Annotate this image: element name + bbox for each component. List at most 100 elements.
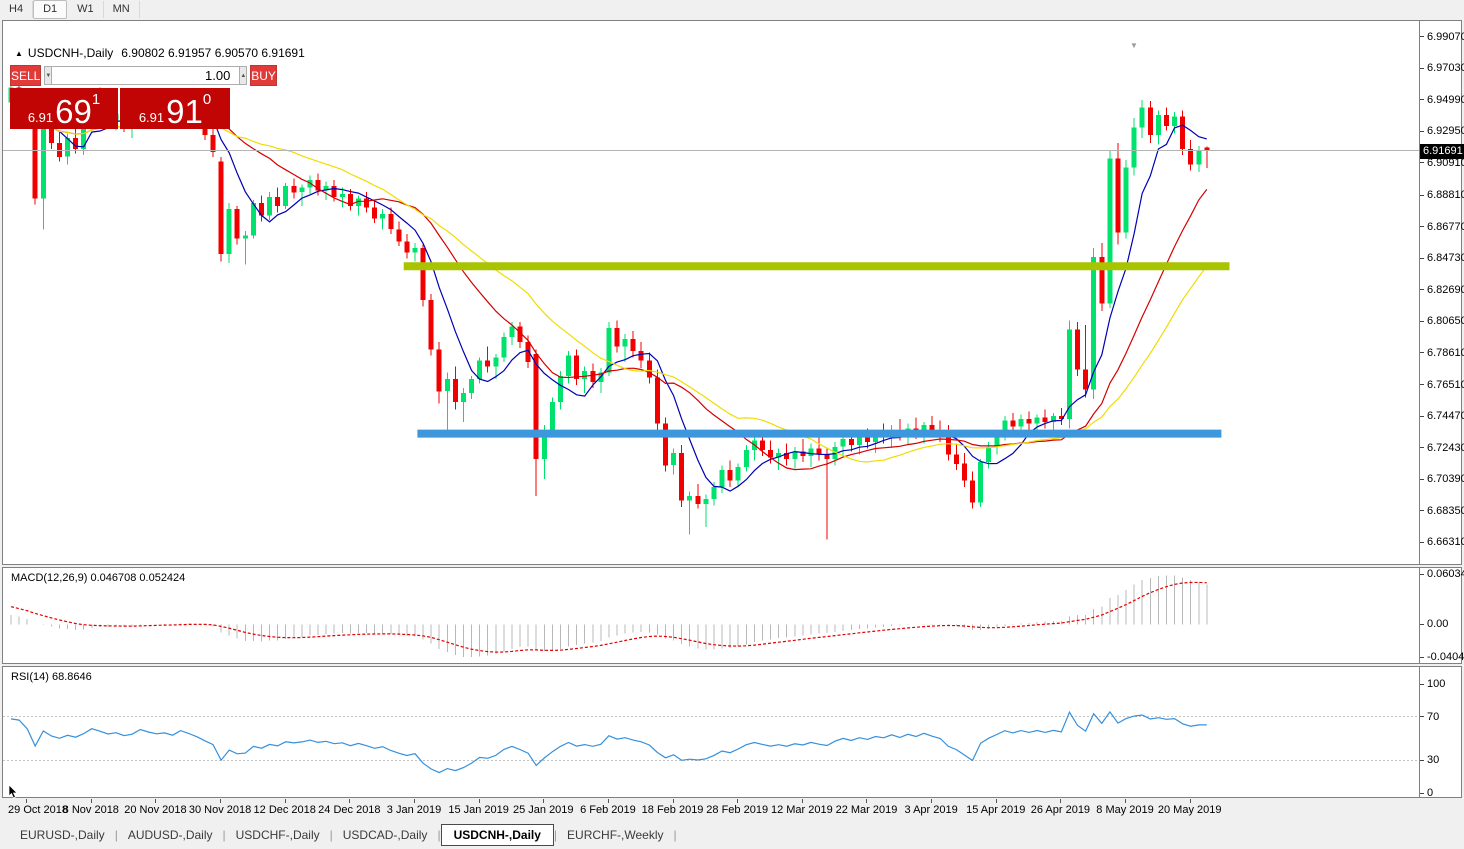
- date-label: 8 Nov 2018: [62, 804, 119, 816]
- tab-separator: |: [673, 827, 677, 842]
- sell-price-big: 69: [55, 93, 92, 130]
- price-axis-label: 6.94990: [1427, 93, 1464, 106]
- timeframe-button-mn[interactable]: MN: [104, 1, 140, 18]
- rsi-axis-label: 70: [1427, 710, 1440, 723]
- timeframe-button-w1[interactable]: W1: [68, 1, 104, 18]
- buy-price-small: 6.91: [138, 110, 165, 125]
- tab-usdcnh-daily[interactable]: USDCNH-,Daily: [440, 823, 554, 846]
- rsi-axis-tick: [1420, 683, 1424, 685]
- date-label: 3 Jan 2019: [386, 804, 442, 816]
- price-axis-tick: [1420, 478, 1424, 480]
- price-axis-label: 6.76510: [1427, 378, 1464, 391]
- sell-price-superscript: 1: [91, 91, 101, 108]
- tab-usdcad-daily[interactable]: USDCAD-,Daily: [333, 825, 438, 845]
- date-tick: [995, 799, 997, 803]
- date-label: 15 Jan 2019: [448, 804, 509, 816]
- chart-title: ▲ USDCNH-,Daily 6.90802 6.91957 6.90570 6.…: [15, 46, 305, 60]
- date-label: 26 Apr 2019: [1030, 804, 1091, 816]
- chart-shift-triangle-icon[interactable]: ▼: [1130, 41, 1138, 50]
- tab-eurchf-weekly[interactable]: EURCHF-,Weekly: [557, 825, 673, 845]
- date-label: 6 Feb 2019: [580, 804, 636, 816]
- rsi-axis-tick: [1420, 792, 1424, 794]
- chart-ohlc-values: 6.90802 6.91957 6.90570 6.91691: [121, 46, 305, 60]
- date-tick: [801, 799, 803, 803]
- date-label: 25 Jan 2019: [512, 804, 574, 816]
- macd-panel[interactable]: MACD(12,26,9) 0.046708 0.052424 0.060342…: [2, 567, 1464, 664]
- date-axis[interactable]: 29 Oct 2018 8 Nov 2018 20 Nov 2018 30 Nov 2…: [2, 798, 1462, 820]
- rsi-axis-label: 30: [1427, 754, 1440, 767]
- rsi-axis-label: 100: [1427, 678, 1446, 690]
- volume-increase-button[interactable]: ▲: [239, 66, 248, 85]
- date-tick: [931, 799, 933, 803]
- date-label: 30 Nov 2018: [188, 804, 252, 816]
- date-tick: [672, 799, 674, 803]
- date-label: 18 Feb 2019: [641, 804, 704, 816]
- sell-button[interactable]: SELL: [10, 65, 42, 86]
- price-axis-label: 6.72430: [1427, 441, 1464, 454]
- date-tick: [349, 799, 351, 803]
- rsi-panel[interactable]: RSI(14) 68.8646 100 70 30 0: [2, 666, 1462, 799]
- date-tick: [478, 799, 480, 803]
- price-axis-label: 6.97030: [1427, 62, 1464, 75]
- macd-label: MACD(12,26,9) 0.046708 0.052424: [11, 572, 186, 584]
- date-label: 28 Feb 2019: [706, 804, 769, 816]
- price-axis-tick: [1420, 541, 1424, 543]
- volume-decrease-button[interactable]: ▼: [44, 66, 53, 85]
- date-label: 12 Mar 2019: [770, 804, 833, 816]
- date-tick: [414, 799, 415, 803]
- axis-divider: [1419, 667, 1420, 797]
- tab-eurusd-daily[interactable]: EURUSD-,Daily: [10, 825, 115, 845]
- buy-price-display[interactable]: 6.91 91 0: [120, 88, 230, 129]
- collapse-triangle-icon[interactable]: ▲: [15, 49, 23, 58]
- volume-input[interactable]: [52, 66, 240, 85]
- sell-price-small: 6.91: [27, 110, 54, 125]
- timeframe-button-h4[interactable]: H4: [0, 1, 34, 18]
- price-axis-tick: [1420, 510, 1424, 512]
- price-axis-label: 6.70390: [1427, 473, 1464, 486]
- rsi-axis-tick: [1420, 716, 1424, 718]
- date-tick: [543, 799, 545, 803]
- date-tick: [1189, 799, 1191, 803]
- date-tick: [284, 799, 286, 803]
- date-label: 12 Dec 2018: [253, 804, 316, 816]
- tab-audusd-daily[interactable]: AUDUSD-,Daily: [118, 825, 223, 845]
- price-axis-label: 6.84730: [1427, 252, 1464, 265]
- price-axis-label: 6.74470: [1427, 410, 1464, 423]
- macd-axis-tick: [1420, 623, 1424, 625]
- date-label: 24 Dec 2018: [318, 804, 381, 816]
- date-label: 20 Nov 2018: [124, 804, 187, 816]
- sell-price-display[interactable]: 6.91 69 1: [10, 88, 118, 129]
- chart-tab-bar: EURUSD-,Daily | AUDUSD-,Daily | USDCHF-,Dail…: [2, 820, 1462, 849]
- tab-usdchf-daily[interactable]: USDCHF-,Daily: [226, 825, 330, 845]
- rsi-label: RSI(14) 68.8646: [11, 671, 92, 683]
- buy-button[interactable]: BUY: [250, 65, 277, 86]
- price-axis-tick: [1420, 384, 1424, 386]
- price-axis-tick: [1420, 415, 1424, 417]
- mouse-cursor-icon: [8, 785, 18, 799]
- macd-canvas[interactable]: [3, 568, 1419, 663]
- price-axis-tick: [1420, 320, 1424, 322]
- macd-axis-tick: [1420, 573, 1424, 575]
- macd-axis-label: -0.040415: [1427, 651, 1464, 663]
- price-axis-label: 6.80650: [1427, 315, 1464, 328]
- date-label: 22 Mar 2019: [835, 804, 898, 816]
- price-axis-tick: [1420, 289, 1424, 291]
- date-tick: [866, 799, 868, 803]
- price-axis-tick: [1420, 67, 1424, 69]
- timeframe-button-d1[interactable]: D1: [33, 0, 68, 19]
- price-axis-tick: [1420, 194, 1424, 196]
- macd-axis-tick: [1420, 656, 1424, 658]
- buy-price-big: 91: [166, 93, 203, 130]
- macd-axis-label: 0.00: [1427, 618, 1449, 631]
- price-axis-tick: [1420, 447, 1424, 449]
- chart-panel[interactable]: ▲ USDCNH-,Daily 6.90802 6.91957 6.90570 6.…: [2, 20, 1464, 565]
- chart-symbol-label: USDCNH-,Daily: [27, 46, 114, 60]
- date-tick: [1060, 799, 1062, 803]
- price-axis-tick: [1420, 36, 1424, 38]
- date-tick: [607, 799, 609, 803]
- price-axis-label: 6.88810: [1427, 189, 1464, 202]
- rsi-canvas[interactable]: [3, 667, 1419, 797]
- date-tick: [220, 799, 222, 803]
- axis-divider: [1419, 21, 1420, 564]
- date-label: 29 Oct 2018: [8, 804, 68, 816]
